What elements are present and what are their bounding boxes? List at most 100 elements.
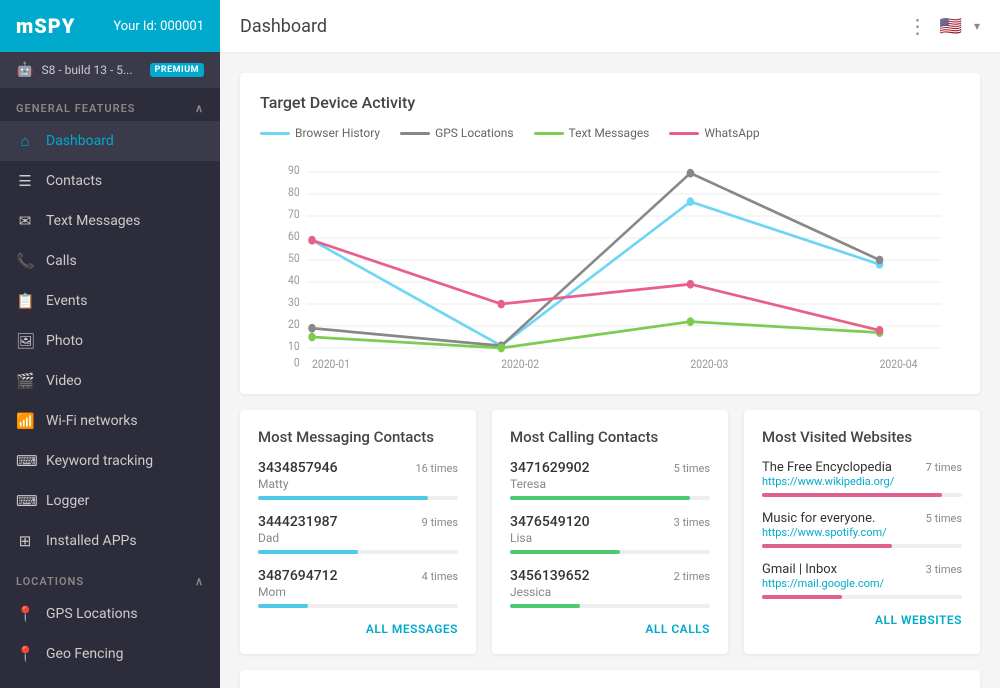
sidebar-item-dashboard[interactable]: ⌂ Dashboard xyxy=(0,121,220,161)
flag-icon[interactable]: 🇺🇸 xyxy=(940,16,962,37)
stats-grid: Most Messaging Contacts 3434857946 16 ti… xyxy=(240,410,980,654)
sidebar-item-keyword-tracking[interactable]: ⌨ Keyword tracking xyxy=(0,441,220,481)
svg-text:70: 70 xyxy=(288,207,300,221)
contact-times-0: 16 times xyxy=(415,462,458,475)
sidebar-item-calls[interactable]: 📞 Calls xyxy=(0,241,220,281)
website-url-0[interactable]: https://www.wikipedia.org/ xyxy=(762,475,894,488)
activity-chart-card: Target Device Activity Browser History G… xyxy=(240,73,980,394)
video-icon: 🎬 xyxy=(16,372,34,390)
events-label: Events xyxy=(46,293,87,309)
svg-text:60: 60 xyxy=(288,229,300,243)
sidebar-item-wifi[interactable]: 📶 Wi-Fi networks xyxy=(0,401,220,441)
website-bar-2 xyxy=(762,595,842,599)
logger-icon: ⌨ xyxy=(16,492,34,510)
sidebar-item-installed-apps[interactable]: ⊞ Installed APPs xyxy=(0,521,220,561)
website-times-2: 3 times xyxy=(926,563,962,576)
sidebar-item-video[interactable]: 🎬 Video xyxy=(0,361,220,401)
legend-browser-label: Browser History xyxy=(295,126,380,140)
call-bar-bg-1 xyxy=(510,550,710,554)
contact-name-0: Matty xyxy=(258,477,458,491)
svg-text:2020-03: 2020-03 xyxy=(690,357,728,370)
website-title-2: Gmail | Inbox xyxy=(762,562,884,577)
legend-gps: GPS Locations xyxy=(400,126,513,140)
device-name: S8 - build 13 - 5... xyxy=(41,63,141,77)
calls-icon: 📞 xyxy=(16,252,34,270)
call-bar-0 xyxy=(510,496,690,500)
locations-section-label: LOCATIONS xyxy=(16,575,84,588)
sidebar-item-contacts[interactable]: ☰ Contacts xyxy=(0,161,220,201)
legend-dot-browser xyxy=(260,132,290,135)
website-title-1: Music for everyone. xyxy=(762,511,887,526)
call-item-0: 3471629902 5 times Teresa xyxy=(510,460,710,500)
keyword-icon: ⌨ xyxy=(16,452,34,470)
apps-icon: ⊞ xyxy=(16,532,34,550)
legend-dot-whatsapp xyxy=(669,132,699,135)
website-bar-0 xyxy=(762,493,942,497)
website-url-2[interactable]: https://mail.google.com/ xyxy=(762,577,884,590)
call-times-2: 2 times xyxy=(674,570,710,583)
contact-item-0: 3434857946 16 times Matty xyxy=(258,460,458,500)
sidebar-item-events[interactable]: 📋 Events xyxy=(0,281,220,321)
sidebar-item-geo-fencing[interactable]: 📍 Geo Fencing xyxy=(0,634,220,674)
website-item-2: Gmail | Inbox https://mail.google.com/ 3… xyxy=(762,562,962,599)
website-bar-bg-1 xyxy=(762,544,962,548)
websites-card: Most Visited Websites The Free Encyclope… xyxy=(744,410,980,654)
website-item-0: The Free Encyclopedia https://www.wikipe… xyxy=(762,460,962,497)
legend-sms-label: Text Messages xyxy=(569,126,650,140)
contact-bar-0 xyxy=(258,496,428,500)
sidebar-item-text-messages[interactable]: ✉ Text Messages xyxy=(0,201,220,241)
call-number-0: 3471629902 xyxy=(510,460,590,476)
gps-label: GPS Locations xyxy=(46,606,138,622)
collapse-icon[interactable]: ∧ xyxy=(195,102,204,115)
locations-collapse-icon[interactable]: ∧ xyxy=(195,575,204,588)
website-item-1: Music for everyone. https://www.spotify.… xyxy=(762,511,962,548)
more-menu-icon[interactable]: ⋮ xyxy=(908,14,928,38)
contact-times-2: 4 times xyxy=(422,570,458,583)
top-bar-right: ⋮ 🇺🇸 ▾ xyxy=(908,14,980,38)
sidebar: mSPY Your Id: 000001 🤖 S8 - build 13 - 5… xyxy=(0,0,220,688)
calling-title: Most Calling Contacts xyxy=(510,428,710,446)
contact-name-1: Dad xyxy=(258,531,458,545)
legend-dot-sms xyxy=(534,132,564,135)
chart-title: Target Device Activity xyxy=(260,93,960,112)
website-bar-bg-0 xyxy=(762,493,962,497)
legend-gps-label: GPS Locations xyxy=(435,126,513,140)
all-calls-link[interactable]: ALL CALLS xyxy=(510,622,710,636)
contact-item-1: 3444231987 9 times Dad xyxy=(258,514,458,554)
premium-badge: PREMIUM xyxy=(150,63,204,77)
keyword-label: Keyword tracking xyxy=(46,453,153,469)
svg-text:2020-01: 2020-01 xyxy=(312,357,350,370)
messaging-card: Most Messaging Contacts 3434857946 16 ti… xyxy=(240,410,476,654)
call-item-2: 3456139652 2 times Jessica xyxy=(510,568,710,608)
gps-icon: 📍 xyxy=(16,605,34,623)
all-messages-link[interactable]: ALL MESSAGES xyxy=(258,622,458,636)
svg-text:20: 20 xyxy=(288,317,300,331)
call-bar-2 xyxy=(510,604,580,608)
svg-text:30: 30 xyxy=(288,295,300,309)
sidebar-header: mSPY Your Id: 000001 xyxy=(0,0,220,52)
website-url-1[interactable]: https://www.spotify.com/ xyxy=(762,526,887,539)
contacts-icon: ☰ xyxy=(16,172,34,190)
all-websites-link[interactable]: ALL WEBSITES xyxy=(762,613,962,627)
contact-bar-bg-2 xyxy=(258,604,458,608)
contact-number-1: 3444231987 xyxy=(258,514,338,530)
photo-icon: 🖼 xyxy=(16,332,34,350)
call-name-2: Jessica xyxy=(510,585,710,599)
main-area: Dashboard ⋮ 🇺🇸 ▾ Target Device Activity … xyxy=(220,0,1000,688)
svg-text:40: 40 xyxy=(288,273,300,287)
website-title-0: The Free Encyclopedia xyxy=(762,460,894,475)
sidebar-item-photo[interactable]: 🖼 Photo xyxy=(0,321,220,361)
messaging-title: Most Messaging Contacts xyxy=(258,428,458,446)
call-number-1: 3476549120 xyxy=(510,514,590,530)
sidebar-item-gps[interactable]: 📍 GPS Locations xyxy=(0,594,220,634)
locations-section: LOCATIONS ∧ 📍 GPS Locations 📍 Geo Fencin… xyxy=(0,561,220,674)
wifi-icon: 📶 xyxy=(16,412,34,430)
language-dropdown-icon[interactable]: ▾ xyxy=(974,19,980,33)
contact-bar-bg-0 xyxy=(258,496,458,500)
dashboard-label: Dashboard xyxy=(46,133,114,149)
svg-text:50: 50 xyxy=(288,251,300,265)
website-times-0: 7 times xyxy=(926,461,962,474)
video-label: Video xyxy=(46,373,82,389)
sidebar-item-logger[interactable]: ⌨ Logger xyxy=(0,481,220,521)
device-bar: 🤖 S8 - build 13 - 5... PREMIUM xyxy=(0,52,220,88)
